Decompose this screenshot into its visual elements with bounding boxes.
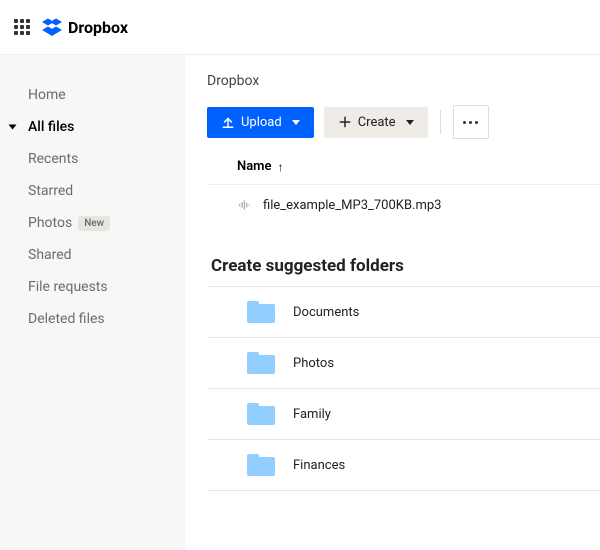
- sidebar-item-deleted-files[interactable]: Deleted files: [0, 303, 185, 335]
- suggested-folder-name: Finances: [293, 458, 345, 473]
- column-header-label: Name: [237, 159, 271, 174]
- sidebar-item-label: All files: [28, 119, 74, 135]
- sidebar-item-label: Recents: [28, 151, 78, 167]
- sidebar-item-label: File requests: [28, 279, 108, 295]
- folder-icon: [247, 454, 275, 476]
- plus-icon: [338, 115, 352, 129]
- sidebar-item-shared[interactable]: Shared: [0, 239, 185, 271]
- suggested-folder-row[interactable]: Photos: [207, 337, 600, 388]
- file-name: file_example_MP3_700KB.mp3: [263, 198, 442, 213]
- folder-icon: [247, 352, 275, 374]
- upload-button[interactable]: Upload: [207, 107, 314, 138]
- sort-asc-icon: ↑: [277, 160, 283, 174]
- suggested-folder-row[interactable]: Finances: [207, 439, 600, 491]
- suggested-folder-name: Documents: [293, 305, 359, 320]
- sidebar-item-starred[interactable]: Starred: [0, 175, 185, 207]
- upload-label: Upload: [241, 115, 282, 130]
- suggested-folders-heading: Create suggested folders: [211, 256, 600, 276]
- suggested-folder-row[interactable]: Documents: [207, 286, 600, 337]
- toolbar: Upload Create: [207, 105, 600, 139]
- main-panel: Dropbox Upload Create Name: [185, 55, 600, 550]
- apps-launcher-icon[interactable]: [14, 19, 30, 35]
- audio-file-icon: [237, 197, 253, 213]
- toolbar-divider: [440, 110, 441, 134]
- file-row[interactable]: file_example_MP3_700KB.mp3: [207, 185, 600, 226]
- folder-icon: [247, 403, 275, 425]
- sidebar-item-file-requests[interactable]: File requests: [0, 271, 185, 303]
- chevron-down-icon: [406, 120, 414, 125]
- upload-icon: [221, 115, 235, 129]
- suggested-folder-row[interactable]: Family: [207, 388, 600, 439]
- chevron-down-icon: [292, 120, 300, 125]
- sidebar-item-label: Home: [28, 87, 66, 103]
- sidebar: Home All files Recents Starred Photos Ne…: [0, 55, 185, 550]
- sidebar-item-label: Starred: [28, 183, 73, 199]
- breadcrumb: Dropbox: [207, 73, 600, 89]
- column-header-name[interactable]: Name ↑: [207, 159, 600, 185]
- sidebar-item-label: Shared: [28, 247, 72, 263]
- sidebar-item-photos[interactable]: Photos New: [0, 207, 185, 239]
- sidebar-item-all-files[interactable]: All files: [0, 111, 185, 143]
- brand-home-link[interactable]: Dropbox: [42, 17, 128, 37]
- topbar: Dropbox: [0, 0, 600, 55]
- dropbox-logo-icon: [42, 17, 62, 37]
- sidebar-item-recents[interactable]: Recents: [0, 143, 185, 175]
- create-button[interactable]: Create: [324, 107, 428, 138]
- sidebar-item-home[interactable]: Home: [0, 79, 185, 111]
- sidebar-item-label: Photos: [28, 215, 72, 231]
- brand-name: Dropbox: [68, 18, 128, 37]
- folder-icon: [247, 301, 275, 323]
- create-label: Create: [358, 115, 396, 130]
- suggested-folder-name: Photos: [293, 356, 334, 371]
- more-actions-button[interactable]: [453, 105, 489, 139]
- sidebar-item-label: Deleted files: [28, 311, 105, 327]
- new-badge: New: [78, 216, 110, 231]
- suggested-folder-name: Family: [293, 407, 331, 422]
